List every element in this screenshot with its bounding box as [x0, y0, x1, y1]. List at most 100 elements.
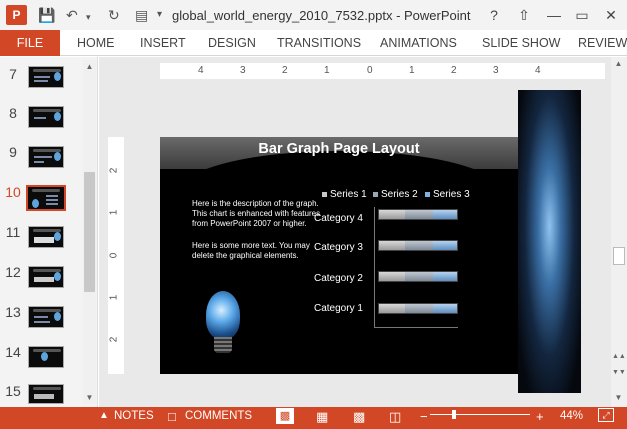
ruler-label: 4	[198, 65, 204, 76]
vertical-ruler: 2 1 0 1 2	[108, 137, 124, 374]
slide-scrollbar[interactable]: ▲ ▲▲ ▼▼ ▼	[611, 57, 627, 407]
next-slide-icon[interactable]: ▼▼	[612, 369, 626, 376]
next-slide-edge-image	[518, 90, 581, 393]
chart-bar-category-1[interactable]	[378, 303, 458, 314]
scroll-up-icon[interactable]: ▲	[83, 62, 96, 71]
scrollbar-thumb[interactable]	[613, 247, 625, 265]
thumbnail-number: 13	[5, 304, 21, 320]
ruler-label: 2	[108, 167, 120, 174]
tab-insert[interactable]: INSERT	[140, 36, 186, 50]
slide-sorter-icon[interactable]: ▦	[316, 409, 328, 425]
save-icon[interactable]: 💾	[38, 6, 55, 24]
legend-label: Series 1	[330, 189, 367, 200]
window-title: global_world_energy_2010_7532.pptx - Pow…	[172, 8, 471, 23]
close-button[interactable]: ✕	[601, 6, 621, 24]
customize-toolbar-icon[interactable]: ▾	[157, 6, 162, 24]
zoom-level[interactable]: 44%	[560, 410, 583, 422]
powerpoint-logo-icon: P	[6, 5, 27, 25]
category-label: Category 2	[314, 273, 363, 284]
thumbnail-number: 11	[5, 224, 21, 240]
ruler-label: 1	[324, 65, 330, 76]
legend-swatch	[322, 191, 327, 197]
comments-icon: □	[168, 409, 176, 424]
thumbnail-scrollbar[interactable]: ▲ ▼	[83, 60, 96, 404]
redo-icon[interactable]: ↻	[108, 6, 120, 24]
slide-description[interactable]: Here is the description of the graph. Th…	[192, 199, 332, 229]
zoom-slider-thumb[interactable]	[452, 410, 456, 419]
legend-swatch	[425, 191, 430, 197]
scroll-up-icon[interactable]: ▲	[612, 59, 625, 68]
slide-thumbnail-8[interactable]	[28, 106, 64, 128]
ruler-label: 3	[240, 65, 246, 76]
category-label: Category 1	[314, 303, 363, 314]
chart-bar-category-4[interactable]	[378, 209, 458, 220]
thumbnail-number: 14	[5, 344, 21, 360]
tab-review[interactable]: REVIEW	[578, 36, 627, 50]
legend-series-3: Series 3	[425, 189, 470, 200]
chart-axis	[374, 207, 375, 327]
ribbon-display-icon[interactable]: ⇧	[514, 6, 534, 24]
reading-view-icon[interactable]: ▩	[353, 409, 365, 425]
tab-slide-show[interactable]: SLIDE SHOW	[482, 36, 561, 50]
comments-button[interactable]: COMMENTS	[185, 410, 252, 422]
slide-thumbnail-15[interactable]	[28, 384, 64, 404]
legend-label: Series 3	[433, 189, 470, 200]
ruler-label: 3	[493, 65, 499, 76]
ruler-label: 2	[451, 65, 457, 76]
chart-floor	[374, 327, 458, 328]
tab-file[interactable]: FILE	[0, 30, 60, 56]
slide-thumbnail-9[interactable]	[28, 146, 64, 168]
slide-thumbnail-12[interactable]	[28, 266, 64, 288]
scrollbar-thumb[interactable]	[84, 172, 95, 292]
minimize-button[interactable]: —	[544, 6, 564, 24]
light-bulb-base	[214, 337, 232, 353]
ruler-label: 0	[367, 65, 373, 76]
restore-button[interactable]: ▭	[572, 6, 592, 24]
slide-thumbnail-7[interactable]	[28, 66, 64, 88]
legend-series-1: Series 1	[322, 189, 367, 200]
notes-button[interactable]: NOTES	[114, 410, 154, 422]
ruler-label: 1	[108, 294, 120, 301]
horizontal-ruler: 4 3 2 1 0 1 2 3 4	[160, 63, 605, 79]
zoom-out-button[interactable]: −	[420, 409, 428, 424]
notes-icon: ▲	[99, 410, 109, 421]
slide-thumbnail-10[interactable]	[26, 185, 66, 211]
help-icon[interactable]: ?	[484, 6, 504, 24]
slide-show-icon[interactable]: ◫	[389, 409, 401, 425]
legend-label: Series 2	[381, 189, 418, 200]
slide-title[interactable]: Bar Graph Page Layout	[160, 141, 518, 157]
slide-thumbnail-14[interactable]	[28, 346, 64, 368]
scroll-down-icon[interactable]: ▼	[612, 393, 625, 402]
tab-animations[interactable]: ANIMATIONS	[380, 36, 457, 50]
tab-transitions[interactable]: TRANSITIONS	[277, 36, 361, 50]
fit-slide-icon[interactable]: ⤢	[598, 408, 614, 422]
ruler-label: 2	[282, 65, 288, 76]
thumbnail-number: 7	[9, 66, 17, 82]
thumbnail-number: 9	[9, 144, 17, 160]
previous-slide-icon[interactable]: ▲▲	[612, 353, 626, 360]
scroll-down-icon[interactable]: ▼	[83, 393, 96, 402]
thumbnail-number: 10	[5, 184, 21, 200]
chart-bar-category-2[interactable]	[378, 271, 458, 282]
slide-description-extra[interactable]: Here is some more text. You may delete t…	[192, 241, 332, 261]
start-from-beginning-icon[interactable]: ▤	[135, 6, 148, 24]
ruler-label: 4	[535, 65, 541, 76]
status-bar	[0, 407, 627, 429]
legend-swatch	[373, 191, 378, 197]
tab-home[interactable]: HOME	[77, 36, 115, 50]
zoom-in-button[interactable]: +	[536, 409, 544, 424]
ruler-label: 2	[108, 336, 120, 343]
category-label: Category 4	[314, 213, 363, 224]
zoom-slider-track[interactable]	[430, 414, 530, 415]
undo-icon[interactable]: ↶	[66, 6, 78, 24]
slide-thumbnail-13[interactable]	[28, 306, 64, 328]
ruler-label: 1	[409, 65, 415, 76]
slide-thumbnail-11[interactable]	[28, 226, 64, 248]
thumbnail-number: 15	[5, 383, 21, 399]
ruler-label: 0	[108, 252, 120, 259]
chart-bar-category-3[interactable]	[378, 240, 458, 251]
normal-view-icon[interactable]: ▩	[276, 408, 294, 424]
undo-dropdown-icon[interactable]: ▾	[86, 8, 91, 26]
slide-canvas[interactable]: Bar Graph Page Layout Here is the descri…	[160, 137, 518, 374]
tab-design[interactable]: DESIGN	[208, 36, 256, 50]
